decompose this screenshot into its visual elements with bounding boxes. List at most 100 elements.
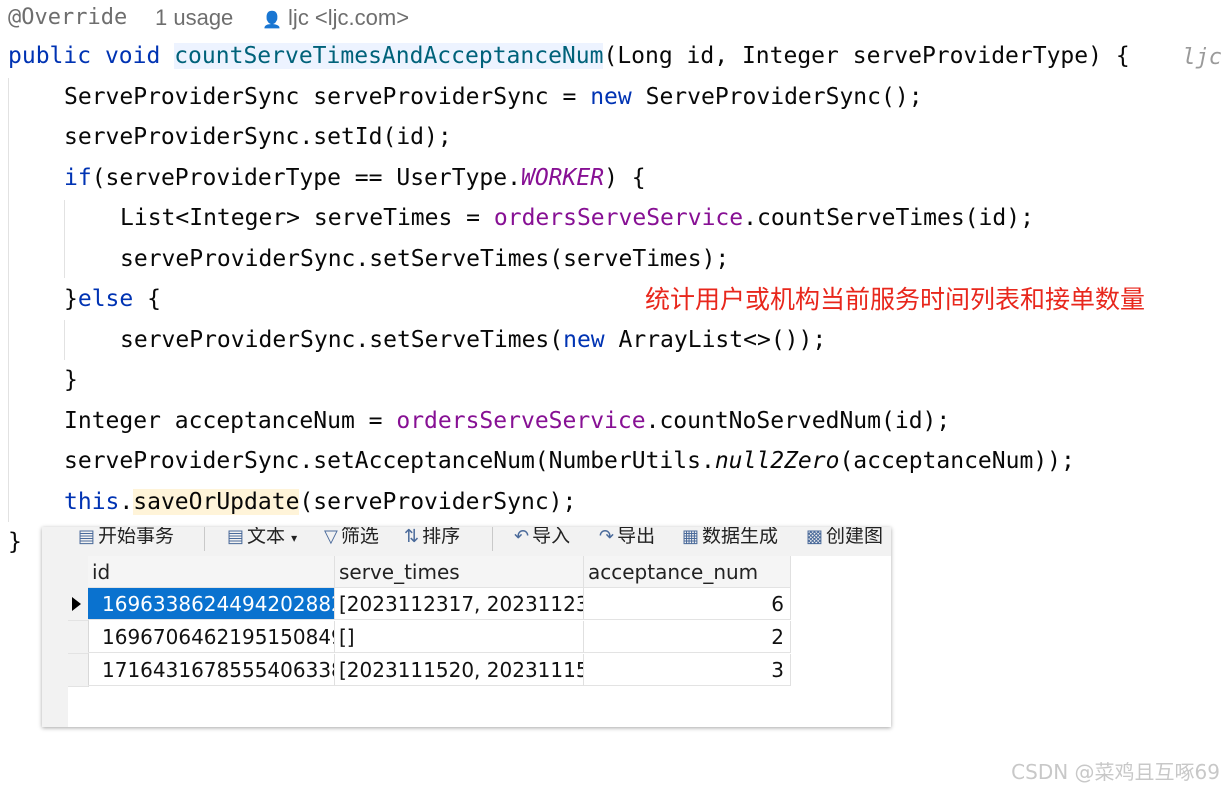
grid-corner: [68, 556, 89, 589]
code-text: Integer acceptanceNum =: [64, 408, 397, 434]
toolbar-label: 数据生成: [702, 527, 779, 547]
toolbar-label: 筛选: [340, 527, 379, 547]
table-cell[interactable]: []: [335, 621, 584, 653]
code-line-11[interactable]: serveProviderSync.setAcceptanceNum(Numbe…: [64, 443, 1075, 479]
column-header-id[interactable]: id: [88, 556, 335, 588]
table-cell[interactable]: 6: [584, 588, 791, 620]
toolbar-label: 开始事务: [98, 527, 175, 547]
table-cell[interactable]: 3: [584, 654, 791, 686]
method-call[interactable]: saveOrUpdate: [133, 489, 300, 515]
code-text: ServeProviderSync();: [631, 84, 923, 110]
code-text: serveProviderSync.setServeTimes(serveTim…: [120, 246, 730, 272]
row-header[interactable]: [68, 654, 89, 687]
table-cell[interactable]: [2023112317, 202311231: [335, 588, 584, 620]
code-text: .countNoServedNum(id);: [645, 408, 951, 434]
data-generator-icon: ▦: [682, 527, 700, 547]
generate-data-button[interactable]: ▦ 数据生成: [682, 527, 778, 551]
code-text: {: [133, 286, 161, 312]
result-grid: id serve_times acceptance_num 1696338624…: [68, 556, 891, 727]
person-icon: 👤: [262, 12, 282, 29]
toolbar-label: 导入: [532, 527, 571, 547]
filter-button[interactable]: ▽ 筛选: [324, 527, 379, 551]
table-cell[interactable]: 1696338624494202882: [88, 588, 335, 620]
watermark: CSDN @菜鸡且互啄69: [1011, 760, 1220, 784]
code-line-13[interactable]: }: [8, 524, 22, 560]
chart-icon: ▩: [806, 527, 824, 547]
code-text: serveProviderSync.setServeTimes(: [120, 327, 564, 353]
code-text: .: [119, 489, 134, 515]
code-text: (acceptanceNum));: [839, 448, 1075, 474]
code-text: }: [8, 529, 22, 555]
text-view-button[interactable]: ▤ 文本 ▾: [227, 527, 297, 551]
export-icon: ↷: [599, 527, 615, 547]
method-name[interactable]: countServeTimesAndAcceptanceNum: [174, 43, 604, 69]
code-text: .countServeTimes(id);: [743, 205, 1034, 231]
code-line-5[interactable]: List<Integer> serveTimes = ordersServeSe…: [120, 200, 1034, 236]
table-cell[interactable]: 2: [584, 621, 791, 653]
create-chart-button[interactable]: ▩ 创建图: [806, 527, 883, 551]
code-text: (serveProviderType == UserType.: [91, 165, 521, 191]
code-text: }: [64, 286, 78, 312]
chevron-down-icon: ▾: [291, 531, 298, 545]
code-text: ArrayList<>());: [604, 327, 827, 353]
code-line-3[interactable]: serveProviderSync.setId(id);: [64, 119, 452, 155]
code-line-1[interactable]: public void countServeTimesAndAcceptance…: [8, 38, 1130, 74]
indent-guide: [64, 200, 65, 278]
code-line-7[interactable]: }else {: [64, 281, 161, 317]
author-hint[interactable]: 👤 ljc <ljc.com>: [262, 2, 409, 34]
code-text: ) {: [604, 165, 646, 191]
code-line-8[interactable]: serveProviderSync.setServeTimes(new Arra…: [120, 322, 826, 358]
code-line-12[interactable]: this.saveOrUpdate(serveProviderSync);: [64, 484, 576, 520]
query-result-panel: ▤ 开始事务 ▤ 文本 ▾ ▽ 筛选 ⇅ 排序 ↶ 导入 ↷ 导出 ▦ 数据生成 ▩ 创建图 i…: [42, 527, 891, 727]
code-text: serveProviderSync.setAcceptanceNum(Numbe…: [64, 448, 715, 474]
sort-icon: ⇅: [404, 527, 420, 547]
code-text: List<Integer> serveTimes =: [120, 205, 494, 231]
row-header[interactable]: [68, 588, 89, 621]
field-ref: ordersServeService: [493, 205, 744, 231]
toolbar-label: 排序: [422, 527, 461, 547]
import-button[interactable]: ↶ 导入: [514, 527, 570, 551]
toolbar-divider: [492, 527, 493, 551]
code-text: }: [64, 367, 78, 393]
transaction-icon: ▤: [78, 527, 96, 547]
import-icon: ↶: [514, 527, 530, 547]
table-cell[interactable]: 1716431678555406338: [88, 654, 335, 686]
text-icon: ▤: [227, 527, 245, 547]
current-row-arrow-icon: [72, 597, 81, 611]
code-line-4[interactable]: if(serveProviderType == UserType.WORKER)…: [64, 160, 646, 196]
sort-button[interactable]: ⇅ 排序: [404, 527, 460, 551]
result-toolbar: ▤ 开始事务 ▤ 文本 ▾ ▽ 筛选 ⇅ 排序 ↶ 导入 ↷ 导出 ▦ 数据生成 ▩ 创建图: [42, 527, 891, 553]
table-cell[interactable]: [2023111520, 202311152: [335, 654, 584, 686]
begin-transaction-button[interactable]: ▤ 开始事务: [78, 527, 174, 551]
indent-guide: [64, 320, 65, 360]
filter-icon: ▽: [324, 527, 338, 547]
override-annotation: @Override: [8, 5, 128, 30]
column-header-acceptance-num[interactable]: acceptance_num: [584, 556, 791, 588]
code-text: ServeProviderSync serveProviderSync =: [64, 84, 591, 110]
author-label: ljc <ljc.com>: [288, 5, 410, 30]
kw-else: else: [77, 286, 134, 312]
table-cell[interactable]: 1696706462195150849: [88, 621, 335, 653]
toolbar-label: 导出: [617, 527, 656, 547]
kw-new: new: [563, 327, 605, 353]
toolbar-label: 创建图: [826, 527, 884, 547]
kw-public: public: [8, 43, 92, 69]
code-line-10[interactable]: Integer acceptanceNum = ordersServeServi…: [64, 403, 950, 439]
method-params: (Long id, Integer serveProviderType) {: [603, 43, 1130, 69]
field-ref: ordersServeService: [396, 408, 646, 434]
inline-author-hint: ljc: [1182, 45, 1222, 70]
column-header-serve-times[interactable]: serve_times: [335, 556, 584, 588]
code-line-2[interactable]: ServeProviderSync serveProviderSync = ne…: [64, 79, 923, 115]
code-text: serveProviderSync.setId(id);: [64, 124, 452, 150]
export-button[interactable]: ↷ 导出: [599, 527, 655, 551]
static-method: null2Zero: [714, 448, 840, 474]
static-field: WORKER: [520, 165, 605, 191]
kw-this: this: [64, 489, 120, 515]
code-text: (serveProviderSync);: [299, 489, 577, 515]
row-header[interactable]: [68, 621, 89, 654]
code-line-9[interactable]: }: [64, 362, 78, 398]
code-line-6[interactable]: serveProviderSync.setServeTimes(serveTim…: [120, 241, 729, 277]
usages-link[interactable]: 1 usage: [155, 2, 233, 34]
kw-if: if: [64, 165, 92, 191]
indent-guide: [8, 78, 9, 522]
